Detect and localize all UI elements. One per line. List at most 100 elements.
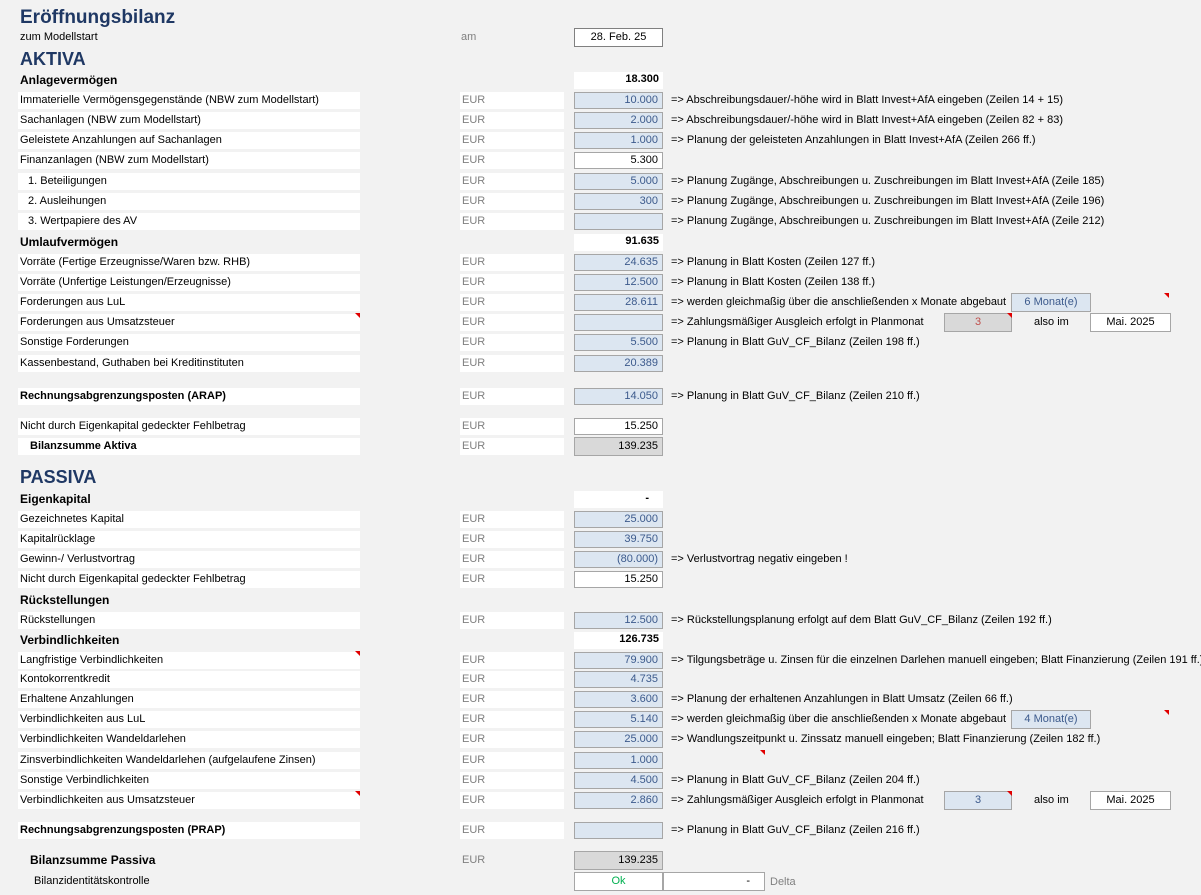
input-forderungen-ust[interactable]	[574, 314, 663, 331]
input-wertpapiere[interactable]	[574, 213, 663, 230]
section-rueckstellungen: Rückstellungen	[20, 593, 110, 607]
unit-label: EUR	[460, 274, 564, 291]
input-kassenbestand[interactable]: 20.389	[574, 355, 663, 372]
row-label: Kassenbestand, Guthaben bei Kreditinstit…	[20, 357, 244, 369]
input-gezeichnetes-kapital[interactable]: 25.000	[574, 511, 663, 528]
row-label: Gezeichnetes Kapital	[20, 513, 124, 525]
row-label: Zinsverbindlichkeiten Wandeldarlehen (au…	[20, 754, 316, 766]
balance-check-status: Ok	[574, 872, 663, 891]
row-note: => Tilgungsbeträge u. Zinsen für die ein…	[671, 654, 1201, 666]
months-input-verbindlichkeiten[interactable]: 4 Monat(e)	[1011, 710, 1091, 729]
input-zinsverbindlichkeiten[interactable]: 1.000	[574, 752, 663, 769]
row-label: Vorräte (Fertige Erzeugnisse/Waren bzw. …	[20, 256, 251, 268]
balance-delta-value: -	[663, 872, 765, 891]
comment-marker-icon[interactable]	[355, 791, 360, 796]
input-rueckstellungen[interactable]: 12.500	[574, 612, 663, 629]
passiva-heading: PASSIVA	[20, 467, 97, 487]
input-vorraete-unfertig[interactable]: 12.500	[574, 274, 663, 291]
row-note: => Planung in Blatt Kosten (Zeilen 138 f…	[671, 276, 876, 288]
row-label: 1. Beteiligungen	[28, 175, 107, 187]
comment-marker-icon[interactable]	[355, 651, 360, 656]
input-immaterielle[interactable]: 10.000	[574, 92, 663, 109]
unit-label: EUR	[460, 193, 564, 210]
row-note: => Planung in Blatt GuV_CF_Bilanz (Zeile…	[671, 824, 920, 836]
balance-sheet: Eröffnungsbilanz zum Modellstart am 28. …	[0, 0, 1201, 895]
input-wandeldarlehen[interactable]: 25.000	[574, 731, 663, 748]
row-label: 3. Wertpapiere des AV	[28, 215, 138, 227]
calc-finanzanlagen: 5.300	[574, 152, 663, 169]
input-arap[interactable]: 14.050	[574, 388, 663, 405]
input-langfristige-verbindlichkeiten[interactable]: 79.900	[574, 652, 663, 669]
row-note: => werden gleichmaßig über die anschließ…	[671, 296, 1007, 308]
row-label: Gewinn-/ Verlustvortrag	[20, 553, 135, 565]
unit-label: EUR	[460, 531, 564, 548]
unit-label: EUR	[460, 388, 564, 405]
unit-label: EUR	[460, 792, 564, 809]
unit-label: EUR	[460, 822, 564, 839]
planmonat-input-forderungen[interactable]: 3	[944, 313, 1012, 332]
input-forderungen-lul[interactable]: 28.611	[574, 294, 663, 311]
unit-label: EUR	[460, 438, 564, 455]
unit-label: EUR	[460, 772, 564, 789]
row-label: Forderungen aus Umsatzsteuer	[20, 316, 175, 328]
months-input-forderungen[interactable]: 6 Monat(e)	[1011, 293, 1091, 312]
row-label: Bilanzidentitätskontrolle	[34, 875, 150, 887]
input-prap[interactable]	[574, 822, 663, 839]
row-label: Erhaltene Anzahlungen	[20, 693, 134, 705]
unit-label: EUR	[460, 671, 564, 688]
planmonat-input-verbindlichkeiten[interactable]: 3	[944, 791, 1012, 810]
comment-marker-icon[interactable]	[1007, 791, 1012, 796]
row-label: Geleistete Anzahlungen auf Sachanlagen	[20, 134, 222, 146]
row-label: Rechnungsabgrenzungsposten (PRAP)	[20, 824, 226, 836]
input-kapitalruecklage[interactable]: 39.750	[574, 531, 663, 548]
row-note: => Zahlungsmäßiger Ausgleich erfolgt in …	[671, 794, 924, 806]
input-kontokorrentkredit[interactable]: 4.735	[574, 671, 663, 688]
row-label: Rückstellungen	[20, 614, 96, 626]
input-beteiligungen[interactable]: 5.000	[574, 173, 663, 190]
row-label: Kapitalrücklage	[20, 533, 96, 545]
row-label: Verbindlichkeiten aus LuL	[20, 713, 146, 725]
planmonat-date-verbindlichkeiten: Mai. 2025	[1090, 791, 1171, 810]
section-anlagevermoegen: Anlagevermögen	[20, 73, 118, 87]
unit-label: EUR	[460, 652, 564, 669]
unit-label: EUR	[460, 731, 564, 748]
input-verbindlichkeiten-ust[interactable]: 2.860	[574, 792, 663, 809]
row-label: Sonstige Forderungen	[20, 336, 129, 348]
input-vorraete-fertig[interactable]: 24.635	[574, 254, 663, 271]
delta-label: Delta	[770, 876, 796, 888]
unit-label: EUR	[460, 418, 564, 435]
unit-label: EUR	[460, 334, 564, 351]
row-label: Finanzanlagen (NBW zum Modellstart)	[20, 154, 209, 166]
row-note: => Abschreibungsdauer/-höhe wird in Blat…	[671, 114, 1063, 126]
total-aktiva: 139.235	[574, 437, 663, 456]
calc-fehlbetrag-aktiva: 15.250	[574, 418, 663, 435]
comment-marker-icon[interactable]	[355, 313, 360, 318]
row-note: => Planung in Blatt GuV_CF_Bilanz (Zeile…	[671, 336, 920, 348]
input-sachanlagen[interactable]: 2.000	[574, 112, 663, 129]
total-passiva: 139.235	[574, 851, 663, 870]
row-label: Verbindlichkeiten Wandeldarlehen	[20, 733, 186, 745]
section-umlaufvermoegen: Umlaufvermögen	[20, 235, 119, 249]
input-erhaltene-anzahlungen[interactable]: 3.600	[574, 691, 663, 708]
row-label: Sonstige Verbindlichkeiten	[20, 774, 150, 786]
opening-date-cell[interactable]: 28. Feb. 25	[574, 28, 663, 47]
input-verlustvortrag[interactable]: (80.000)	[574, 551, 663, 568]
input-ausleihungen[interactable]: 300	[574, 193, 663, 210]
input-sonstige-verbindlichkeiten[interactable]: 4.500	[574, 772, 663, 789]
unit-label: EUR	[462, 854, 486, 866]
comment-marker-icon[interactable]	[760, 750, 765, 755]
row-label: Langfristige Verbindlichkeiten	[20, 654, 164, 666]
input-sonstige-forderungen[interactable]: 5.500	[574, 334, 663, 351]
sum-eigenkapital: -	[574, 491, 663, 508]
row-note: => Planung Zugänge, Abschreibungen u. Zu…	[671, 195, 1105, 207]
row-label: Nicht durch Eigenkapital gedeckter Fehlb…	[20, 420, 246, 432]
input-geleistete-anzahlungen[interactable]: 1.000	[574, 132, 663, 149]
comment-marker-icon[interactable]	[1164, 710, 1169, 715]
row-note: => Verlustvortrag negativ eingeben !	[671, 553, 848, 565]
comment-marker-icon[interactable]	[1164, 293, 1169, 298]
comment-marker-icon[interactable]	[1007, 313, 1012, 318]
input-verbindlichkeiten-lul[interactable]: 5.140	[574, 711, 663, 728]
unit-label: EUR	[460, 314, 564, 331]
row-note: => Zahlungsmäßiger Ausgleich erfolgt in …	[671, 316, 924, 328]
row-label: Forderungen aus LuL	[20, 296, 126, 308]
